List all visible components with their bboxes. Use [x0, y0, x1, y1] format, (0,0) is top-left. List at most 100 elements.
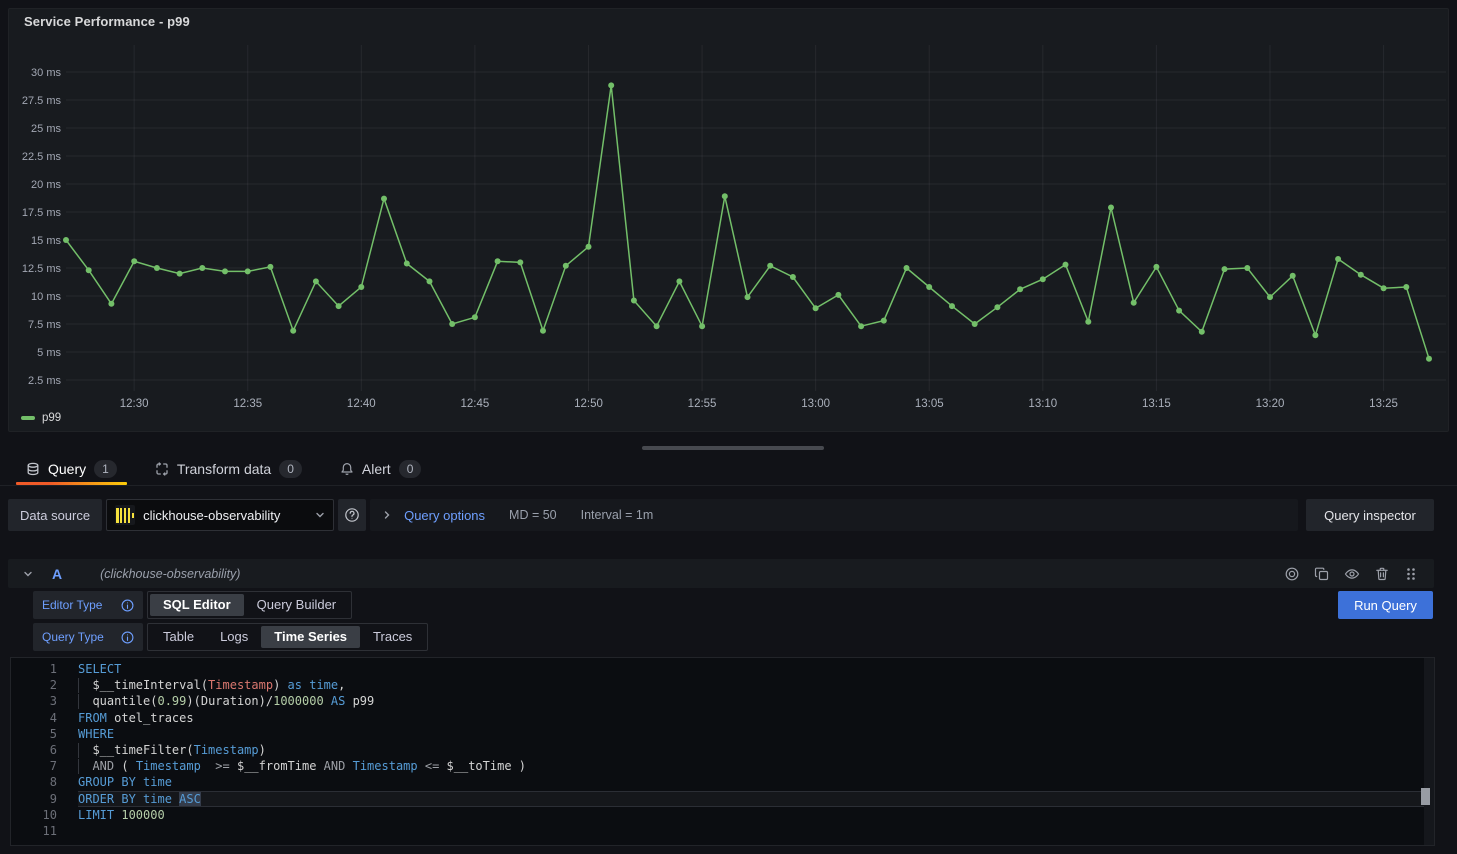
svg-text:12:45: 12:45: [461, 398, 490, 410]
query-options-label: Query options: [404, 508, 485, 523]
info-circle-icon[interactable]: [121, 631, 134, 644]
svg-text:17.5 ms: 17.5 ms: [22, 207, 62, 219]
tab-transform-label: Transform data: [177, 461, 271, 477]
svg-text:22.5 ms: 22.5 ms: [22, 151, 62, 163]
transform-icon: [155, 462, 169, 476]
query-row-actions: [1282, 564, 1420, 584]
datasource-bar: Data source clickhouse-observability Que…: [8, 499, 1434, 531]
query-options-toggle[interactable]: Query options: [382, 508, 485, 523]
code-line: 1SELECT: [11, 661, 1434, 677]
chevron-right-icon: [382, 510, 392, 520]
drag-query-handle[interactable]: [1402, 564, 1420, 584]
duplicate-query-button[interactable]: [1312, 564, 1332, 584]
legend-swatch: [21, 416, 35, 420]
editor-tabbar: Query 1 Transform data 0 Alert 0: [0, 452, 1457, 486]
svg-text:12:50: 12:50: [574, 398, 603, 410]
editor-type-label: Editor Type: [33, 591, 143, 619]
svg-text:13:20: 13:20: [1256, 398, 1285, 410]
trash-icon: [1374, 566, 1390, 582]
tab-alert-label: Alert: [362, 461, 391, 477]
eye-icon: [1344, 566, 1360, 582]
svg-text:7.5 ms: 7.5 ms: [28, 319, 62, 331]
svg-text:15 ms: 15 ms: [31, 235, 61, 247]
collapse-query-row-button[interactable]: [22, 568, 34, 580]
code-line: 3 quantile(0.99)(Duration)/1000000 AS p9…: [11, 693, 1434, 709]
timeseries-panel: Service Performance - p99 30 ms27.5 ms25…: [8, 8, 1449, 432]
remove-query-button[interactable]: [1372, 564, 1392, 584]
query-type-switch: Table Logs Time Series Traces: [147, 623, 428, 651]
legend-label: p99: [42, 412, 61, 424]
editor-type-query-builder[interactable]: Query Builder: [244, 594, 349, 616]
query-type-table[interactable]: Table: [150, 626, 207, 648]
code-line: 9ORDER BY time ASC: [11, 791, 1434, 807]
editor-scrollbar[interactable]: [1424, 658, 1434, 845]
svg-text:12:35: 12:35: [233, 398, 262, 410]
legend-item-p99[interactable]: p99: [21, 412, 61, 424]
svg-text:30 ms: 30 ms: [31, 67, 61, 79]
svg-text:13:00: 13:00: [801, 398, 830, 410]
svg-text:13:25: 13:25: [1369, 398, 1398, 410]
chevron-down-icon: [315, 510, 325, 520]
query-ref-id: A: [52, 566, 62, 582]
query-options-md: MD = 50: [509, 508, 557, 522]
code-line: 10LIMIT 100000: [11, 807, 1434, 823]
query-type-traces[interactable]: Traces: [360, 626, 425, 648]
editor-type-row: Editor Type SQL Editor Query Builder: [33, 591, 352, 619]
drag-dots-icon: [1404, 566, 1418, 582]
query-inspector-button[interactable]: Query inspector: [1306, 499, 1434, 531]
help-circle-icon: [344, 507, 360, 523]
svg-text:10 ms: 10 ms: [31, 291, 61, 303]
query-datasource-hint: (clickhouse-observability): [100, 567, 1272, 581]
svg-text:25 ms: 25 ms: [31, 123, 61, 135]
database-icon: [26, 462, 40, 476]
tab-transform-count: 0: [279, 460, 302, 478]
svg-text:13:05: 13:05: [915, 398, 944, 410]
run-query-button[interactable]: Run Query: [1338, 591, 1433, 619]
svg-text:12:40: 12:40: [347, 398, 376, 410]
disable-query-button[interactable]: [1282, 564, 1302, 584]
svg-text:12.5 ms: 12.5 ms: [22, 263, 62, 275]
svg-text:13:15: 13:15: [1142, 398, 1171, 410]
query-type-time-series[interactable]: Time Series: [261, 626, 360, 648]
sql-code: 1SELECT2 $__timeInterval(Timestamp) as t…: [11, 658, 1434, 839]
datasource-label: Data source: [8, 499, 102, 531]
svg-text:13:10: 13:10: [1028, 398, 1057, 410]
datasource-value: clickhouse-observability: [143, 508, 307, 523]
hide-query-button[interactable]: [1342, 564, 1362, 584]
svg-text:12:55: 12:55: [688, 398, 717, 410]
code-line: 5WHERE: [11, 726, 1434, 742]
svg-text:20 ms: 20 ms: [31, 179, 61, 191]
record-circle-icon: [1284, 566, 1300, 582]
bell-icon: [340, 462, 354, 476]
code-line: 4FROM otel_traces: [11, 710, 1434, 726]
code-line: 2 $__timeInterval(Timestamp) as time,: [11, 677, 1434, 693]
copy-icon: [1314, 566, 1330, 582]
chevron-down-icon: [22, 568, 34, 580]
editor-type-sql-editor[interactable]: SQL Editor: [150, 594, 244, 616]
query-row-header: A (clickhouse-observability): [8, 559, 1434, 588]
query-options-interval: Interval = 1m: [581, 508, 654, 522]
code-line: 6 $__timeFilter(Timestamp): [11, 742, 1434, 758]
timeseries-chart[interactable]: 30 ms 27.5 ms 25 ms 22.5 ms 20 ms 17.5 ms 15 m…: [9, 9, 1448, 431]
datasource-help-button[interactable]: [338, 499, 366, 531]
query-options-strip: Query options MD = 50 Interval = 1m: [370, 499, 1298, 531]
svg-text:27.5 ms: 27.5 ms: [22, 95, 62, 107]
tab-transform-data[interactable]: Transform data 0: [145, 452, 312, 485]
editor-type-switch: SQL Editor Query Builder: [147, 591, 352, 619]
clickhouse-logo-icon: [115, 505, 135, 525]
query-type-logs[interactable]: Logs: [207, 626, 261, 648]
grafana-panel-editor: Service Performance - p99 30 ms27.5 ms25…: [0, 0, 1457, 854]
query-type-label: Query Type: [33, 623, 143, 651]
tab-query[interactable]: Query 1: [16, 452, 127, 485]
cursor-position-marker: [1421, 788, 1430, 805]
info-circle-icon[interactable]: [121, 599, 134, 612]
sql-code-editor[interactable]: 1SELECT2 $__timeInterval(Timestamp) as t…: [10, 657, 1435, 846]
tab-query-label: Query: [48, 461, 86, 477]
tab-query-count: 1: [94, 460, 117, 478]
datasource-picker[interactable]: clickhouse-observability: [106, 499, 334, 531]
svg-text:2.5 ms: 2.5 ms: [28, 375, 62, 387]
svg-text:5 ms: 5 ms: [37, 347, 61, 359]
pane-resize-handle[interactable]: [642, 446, 824, 450]
code-line: 8GROUP BY time: [11, 774, 1434, 790]
tab-alert[interactable]: Alert 0: [330, 452, 431, 485]
